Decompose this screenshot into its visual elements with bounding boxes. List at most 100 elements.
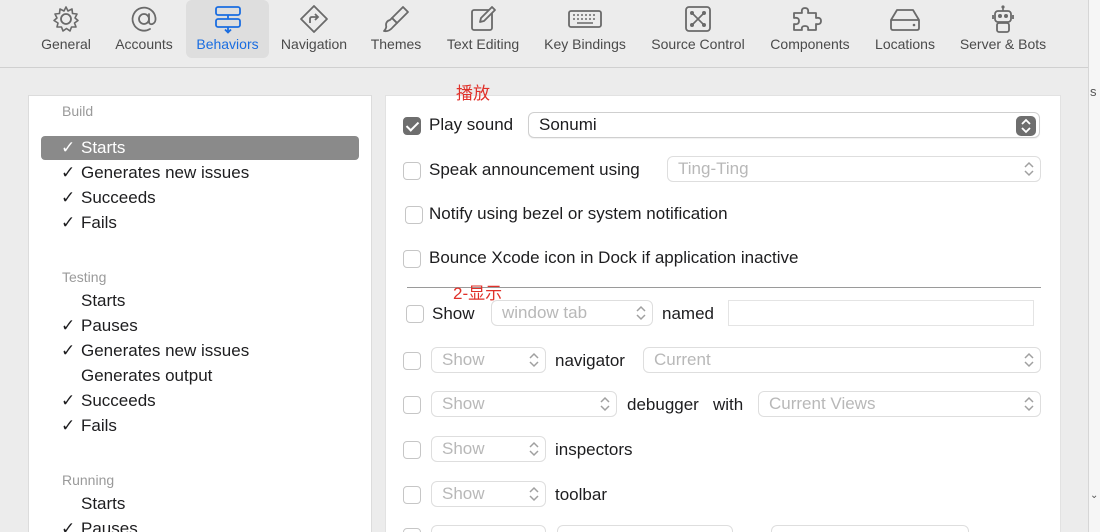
debugger-visibility-select[interactable]: Show bbox=[431, 391, 617, 417]
tab-components[interactable]: Components bbox=[762, 0, 858, 58]
list-item-running-starts[interactable]: Starts bbox=[41, 492, 359, 516]
navigator-select-value: Current bbox=[654, 350, 711, 369]
toolbar-checkbox[interactable] bbox=[403, 486, 421, 504]
section-header-running: Running bbox=[62, 472, 115, 488]
tab-accounts-label: Accounts bbox=[115, 36, 173, 52]
list-item-testing-succeeds[interactable]: ✓ Succeeds bbox=[41, 389, 359, 413]
next-row-checkbox[interactable] bbox=[403, 528, 421, 532]
speak-announcement-label: Speak announcement using bbox=[429, 160, 640, 179]
list-item-running-pauses[interactable]: ✓ Pauses bbox=[41, 517, 359, 532]
list-item-testing-generates-new-issues[interactable]: ✓ Generates new issues bbox=[41, 339, 359, 363]
behaviors-icon bbox=[214, 6, 241, 34]
checkmark-icon: ✓ bbox=[61, 213, 76, 232]
list-item-build-fails[interactable]: ✓ Fails bbox=[41, 211, 359, 235]
debugger-checkbox[interactable] bbox=[403, 396, 421, 414]
navigator-select[interactable]: Current bbox=[643, 347, 1041, 373]
speak-announcement-checkbox[interactable] bbox=[403, 162, 421, 180]
tab-accounts[interactable]: Accounts bbox=[106, 0, 182, 58]
tab-key-bindings[interactable]: Key Bindings bbox=[536, 0, 634, 58]
tab-themes[interactable]: Themes bbox=[362, 0, 430, 58]
tab-themes-label: Themes bbox=[370, 36, 422, 52]
tab-components-label: Components bbox=[770, 36, 850, 52]
at-sign-icon bbox=[131, 6, 157, 32]
checkmark-icon: ✓ bbox=[61, 316, 76, 335]
list-item-build-succeeds[interactable]: ✓ Succeeds bbox=[41, 186, 359, 210]
chevron-down-icon: ⌄ bbox=[1090, 490, 1099, 501]
tab-text-editing-label: Text Editing bbox=[446, 36, 520, 52]
checkmark-icon: ✓ bbox=[61, 138, 76, 157]
up-down-arrows-icon bbox=[1024, 161, 1034, 177]
tab-key-bindings-label: Key Bindings bbox=[544, 36, 626, 52]
preferences-toolbar: General Accounts Behaviors Navigation Th… bbox=[0, 0, 1088, 68]
navigator-checkbox[interactable] bbox=[403, 352, 421, 370]
inspectors-checkbox[interactable] bbox=[403, 441, 421, 459]
play-sound-label: Play sound bbox=[429, 115, 514, 134]
voice-select[interactable]: Ting-Ting bbox=[667, 156, 1041, 182]
checkmark-icon: ✓ bbox=[61, 341, 76, 360]
tab-text-editing[interactable]: Text Editing bbox=[438, 0, 528, 58]
up-down-arrows-icon bbox=[1016, 116, 1036, 136]
window-tab-select-value: window tab bbox=[502, 303, 588, 322]
checkmark-icon: ✓ bbox=[61, 519, 76, 532]
toolbar-visibility-select[interactable]: Show bbox=[431, 481, 546, 507]
checkmark-icon: ✓ bbox=[61, 163, 76, 182]
bounce-dock-icon-checkbox[interactable] bbox=[403, 250, 421, 268]
up-down-arrows-icon bbox=[529, 352, 539, 368]
list-item-testing-starts[interactable]: Starts bbox=[41, 289, 359, 313]
behavior-settings-panel: Play sound Sonumi Speak announcement usi… bbox=[385, 95, 1061, 532]
navigator-label: navigator bbox=[555, 351, 625, 370]
section-header-testing: Testing bbox=[62, 269, 107, 285]
toolbar-visibility-value: Show bbox=[442, 484, 485, 503]
voice-select-value: Ting-Ting bbox=[678, 159, 749, 178]
tab-locations-label: Locations bbox=[875, 36, 935, 52]
bounce-dock-icon-label: Bounce Xcode icon in Dock if application… bbox=[429, 248, 799, 267]
tab-name-field[interactable] bbox=[728, 300, 1034, 326]
next-row-select-1[interactable] bbox=[431, 525, 546, 532]
navigator-visibility-select[interactable]: Show bbox=[431, 347, 546, 373]
next-row-select-2[interactable] bbox=[557, 525, 733, 532]
tab-server-bots-label: Server & Bots bbox=[959, 36, 1047, 52]
debugger-views-select[interactable]: Current Views bbox=[758, 391, 1041, 417]
robot-icon bbox=[992, 5, 1014, 33]
tab-general[interactable]: General bbox=[32, 0, 100, 58]
tab-navigation-label: Navigation bbox=[280, 36, 348, 52]
list-item-testing-pauses[interactable]: ✓ Pauses bbox=[41, 314, 359, 338]
up-down-arrows-icon bbox=[1024, 396, 1034, 412]
named-label: named bbox=[662, 304, 714, 323]
paintbrush-icon bbox=[383, 6, 409, 33]
tab-behaviors[interactable]: Behaviors bbox=[186, 0, 269, 58]
tab-server-bots[interactable]: Server & Bots bbox=[952, 0, 1054, 58]
tab-navigation[interactable]: Navigation bbox=[274, 0, 354, 58]
up-down-arrows-icon bbox=[529, 441, 539, 457]
list-item-build-starts[interactable]: ✓ Starts bbox=[41, 136, 359, 160]
section-header-build: Build bbox=[62, 103, 94, 119]
behaviors-event-list: Build ✓ Starts ✓ Generates new issues ✓ Suc… bbox=[28, 95, 372, 532]
sound-select-value: Sonumi bbox=[539, 115, 597, 134]
notify-checkbox[interactable] bbox=[405, 206, 423, 224]
puzzle-icon bbox=[793, 7, 822, 31]
play-sound-checkbox[interactable] bbox=[403, 117, 421, 135]
adjacent-window-text: s bbox=[1090, 84, 1097, 99]
debugger-visibility-value: Show bbox=[442, 394, 485, 413]
list-item-testing-generates-output[interactable]: Generates output bbox=[41, 364, 359, 388]
inspectors-label: inspectors bbox=[555, 440, 633, 459]
checkmark-icon: ✓ bbox=[61, 188, 76, 207]
inspectors-visibility-select[interactable]: Show bbox=[431, 436, 546, 462]
up-down-arrows-icon bbox=[529, 486, 539, 502]
adjacent-window-edge: s ⌄ bbox=[1088, 0, 1100, 532]
tab-locations[interactable]: Locations bbox=[866, 0, 944, 58]
window-tab-select[interactable]: window tab bbox=[491, 300, 653, 326]
source-control-icon bbox=[685, 6, 711, 32]
tab-source-control[interactable]: Source Control bbox=[643, 0, 753, 58]
tab-behaviors-label: Behaviors bbox=[196, 36, 259, 52]
tab-general-label: General bbox=[41, 36, 91, 52]
show-tab-label: Show bbox=[432, 304, 475, 323]
checkmark-icon: ✓ bbox=[61, 391, 76, 410]
list-item-build-generates-new-issues[interactable]: ✓ Generates new issues bbox=[41, 161, 359, 185]
next-row-select-3[interactable] bbox=[771, 525, 969, 532]
debugger-label: debugger bbox=[627, 395, 699, 414]
up-down-arrows-icon bbox=[1024, 352, 1034, 368]
show-tab-checkbox[interactable] bbox=[406, 305, 424, 323]
list-item-testing-fails[interactable]: ✓ Fails bbox=[41, 414, 359, 438]
sound-select[interactable]: Sonumi bbox=[528, 112, 1040, 138]
